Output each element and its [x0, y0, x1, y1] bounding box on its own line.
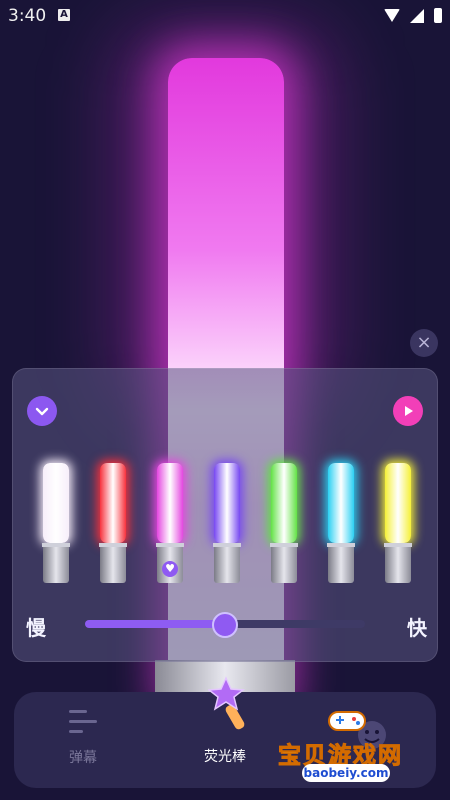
- nav-item-danmu[interactable]: 弹幕: [54, 692, 112, 788]
- status-indicators: [384, 8, 442, 23]
- danmu-icon: [69, 710, 99, 736]
- speed-slow-label: 慢: [26, 616, 46, 640]
- glow-stick-option-green[interactable]: [270, 463, 298, 587]
- speed-slider[interactable]: [85, 612, 365, 638]
- glow-stick-handle: [214, 547, 240, 583]
- nav-label-glowstick: 荧光棒: [204, 749, 246, 765]
- wifi-icon: [384, 9, 400, 22]
- glow-stick-light: [328, 463, 354, 543]
- speed-fast-label: 快: [407, 616, 427, 640]
- glow-stick-handle: [385, 547, 411, 583]
- nav-item-glowstick[interactable]: 荧光棒: [192, 676, 258, 788]
- glow-stick-handle: [100, 547, 126, 583]
- notification-app-icon: A: [58, 9, 70, 21]
- glow-stick-option-pink[interactable]: ♥: [156, 463, 184, 587]
- play-button[interactable]: [393, 396, 423, 426]
- glow-stick-light: [214, 463, 240, 543]
- glow-stick-handle: [43, 547, 69, 583]
- speed-slider-fill: [85, 620, 225, 628]
- glow-stick-handle: [271, 547, 297, 583]
- glow-stick-option-cyan[interactable]: [327, 463, 355, 587]
- battery-icon: [434, 8, 442, 23]
- glow-stick-light: [385, 463, 411, 543]
- glow-stick-light: [271, 463, 297, 543]
- watermark-url: baobeiy.com: [302, 764, 390, 782]
- play-icon: [405, 406, 413, 416]
- status-time: 3:40: [8, 6, 47, 26]
- glow-stick-light: [157, 463, 183, 543]
- signal-icon: [410, 8, 424, 23]
- glow-stick-light: [100, 463, 126, 543]
- selected-heart-icon: ♥: [162, 561, 178, 577]
- collapse-button[interactable]: [27, 396, 57, 426]
- close-button[interactable]: ×: [410, 329, 438, 357]
- glow-stick-option-yellow[interactable]: [384, 463, 412, 587]
- glow-stick-option-red[interactable]: [99, 463, 127, 587]
- magic-wand-star-icon: [208, 676, 245, 730]
- gamepad-icon: [328, 711, 366, 731]
- glow-stick-option-purple[interactable]: [213, 463, 241, 587]
- glow-stick-handle: [328, 547, 354, 583]
- nav-label-danmu: 弹幕: [69, 750, 97, 766]
- speed-slider-thumb[interactable]: [212, 612, 238, 638]
- watermark: 宝贝游戏网 baobeiy.com: [270, 700, 450, 800]
- glow-settings-panel: ♥ 慢 快: [12, 368, 438, 662]
- glow-stick-light: [43, 463, 69, 543]
- chevron-down-icon: [35, 407, 49, 416]
- glow-stick-option-white[interactable]: [42, 463, 70, 587]
